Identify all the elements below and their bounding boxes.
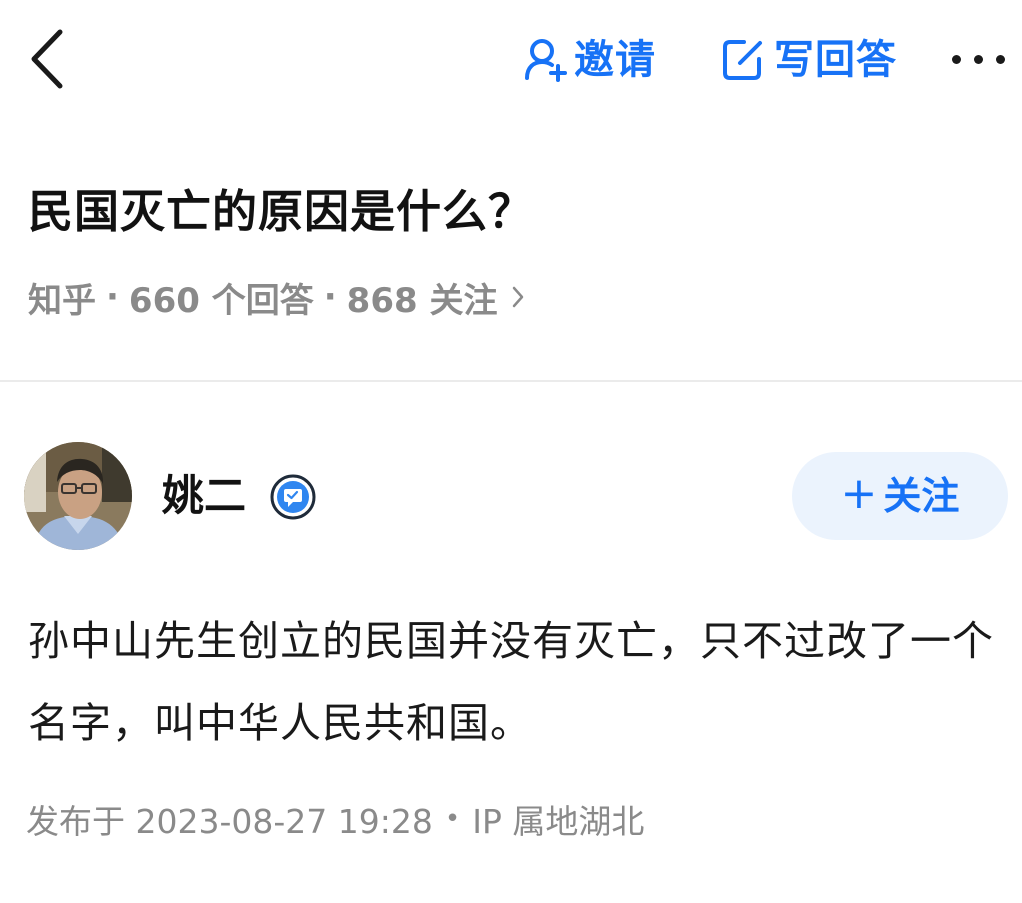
write-answer-button[interactable]: 写回答 <box>720 30 897 90</box>
more-horizontal-icon <box>952 54 1018 64</box>
back-button[interactable] <box>22 28 70 90</box>
question-meta[interactable]: 知乎 · 660 个回答 · 868 关注 <box>28 272 525 322</box>
section-divider <box>0 380 1022 382</box>
edit-square-icon <box>723 40 762 80</box>
followers-count: 868 关注 <box>346 280 498 321</box>
write-answer-label: 写回答 <box>774 37 897 83</box>
meta-separator: · <box>323 277 337 317</box>
answer-content[interactable]: 孙中山先生创立的民国并没有灭亡，只不过改了一个名字，叫中华人民共和国。 <box>28 600 1008 764</box>
follow-button[interactable]: + 关注 <box>792 452 1008 540</box>
ip-location: IP 属地湖北 <box>472 802 645 841</box>
question-title[interactable]: 民国灭亡的原因是什么？ <box>28 180 988 244</box>
avatar[interactable] <box>24 442 132 550</box>
answers-count: 660 个回答 <box>128 280 314 321</box>
chevron-left-icon <box>31 29 63 89</box>
meta-separator: · <box>106 277 119 317</box>
verified-badge-icon <box>270 474 316 520</box>
publish-time: 发布于 2023-08-27 19:28 <box>26 802 433 841</box>
author-row: 姚二 + 关注 <box>0 440 1022 552</box>
answer-meta: 发布于 2023-08-27 19:28 • IP 属地湖北 <box>26 794 644 844</box>
author-name[interactable]: 姚二 <box>162 468 246 524</box>
invite-label: 邀请 <box>574 37 656 83</box>
more-button[interactable] <box>952 36 1022 82</box>
chevron-right-icon <box>511 285 525 309</box>
follow-label: 关注 <box>883 474 960 518</box>
top-bar: 邀请 写回答 <box>0 0 1022 120</box>
meta-separator: • <box>444 804 461 834</box>
invite-button[interactable]: 邀请 <box>522 30 656 90</box>
person-add-icon <box>525 39 567 82</box>
source-label: 知乎 <box>28 280 96 321</box>
answer-page: 邀请 写回答 民国灭亡的原因是什么？ 知乎 · 660 个回答 · 868 关注 <box>0 0 1022 903</box>
plus-icon: + <box>840 468 878 519</box>
